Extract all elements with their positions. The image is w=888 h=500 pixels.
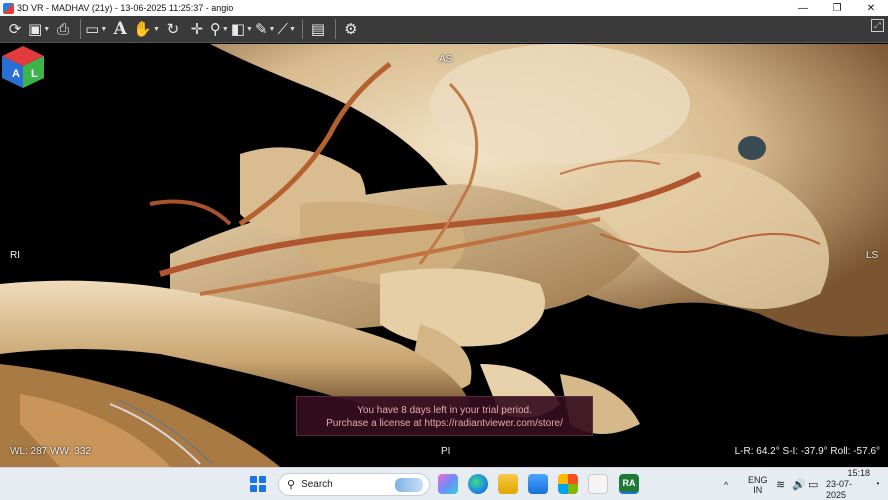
search-icon: ⚲: [287, 479, 296, 491]
store-icon[interactable]: [528, 474, 548, 494]
trial-notice-line2[interactable]: Purchase a license at https://radiantvie…: [297, 417, 592, 430]
toolbar-divider: [334, 19, 336, 39]
crosshair-icon[interactable]: ✛: [186, 18, 208, 40]
chevron-down-icon[interactable]: ▼: [100, 26, 107, 33]
toolbar-divider: [301, 19, 303, 39]
taskbar: ⚲ Search RA ^ ENG IN ≋ 🔊 ▭ 15:18 23-07-2…: [0, 467, 888, 500]
taskbar-search[interactable]: ⚲ Search: [278, 473, 430, 496]
chevron-down-icon[interactable]: ▼: [153, 26, 160, 33]
notification-icon[interactable]: ◔: [874, 468, 880, 500]
save-button[interactable]: ▣ ▼: [28, 18, 50, 40]
search-placeholder: Search: [301, 479, 333, 490]
print-icon[interactable]: ⎙: [52, 18, 74, 40]
toolbar: ⟳ ▣ ▼ ⎙ ▭ ▼ A ✋ ▼ ↻ ✛ ⚲ ▼ ◧ ▼ ✎ ▼ ⟋ ▼ ▤ ⚙ ⤢: [0, 16, 888, 43]
measure-icon: ⟋: [277, 20, 288, 38]
minimize-button[interactable]: —: [786, 0, 820, 16]
scalpel-icon: ✎: [254, 21, 268, 38]
close-button[interactable]: ✕: [854, 0, 888, 16]
title-bar: 3D VR - MADHAV (21y) - 13-06-2025 11:25:…: [0, 0, 888, 16]
cube-letter-a: A: [12, 68, 20, 80]
windows-start-icon[interactable]: [250, 476, 266, 492]
chevron-down-icon[interactable]: ▼: [289, 26, 296, 33]
maximize-button[interactable]: ❐: [820, 0, 854, 16]
layout-icon[interactable]: ▤: [307, 18, 329, 40]
language-line2: IN: [753, 484, 763, 495]
zoom-button[interactable]: ⚲ ▼: [210, 18, 229, 40]
rotate-icon[interactable]: ↻: [162, 18, 184, 40]
film-button[interactable]: ▭ ▼: [85, 18, 107, 40]
window-level-readout: WL: 287 WW: 332: [10, 446, 91, 457]
zoom-icon: ⚲: [209, 21, 221, 38]
pan-hand-icon: ✋: [133, 21, 152, 38]
orientation-right-label: LS: [866, 250, 879, 261]
clock-time: 15:18: [847, 468, 870, 478]
chevron-down-icon[interactable]: ▼: [269, 26, 276, 33]
file-explorer-icon[interactable]: [498, 474, 518, 494]
edge-browser-icon[interactable]: [468, 474, 488, 494]
language-line1: ENG: [748, 474, 768, 485]
volume-icon[interactable]: 🔊: [792, 468, 806, 500]
fullscreen-icon[interactable]: ⤢: [871, 19, 884, 32]
app-icon: [3, 2, 14, 14]
film-icon: ▭: [85, 21, 100, 38]
trial-notice: You have 8 days left in your trial perio…: [296, 396, 593, 436]
cube-letter-l: L: [31, 68, 38, 80]
language-indicator[interactable]: ENG IN: [748, 468, 768, 500]
window-level-icon: ◧: [230, 21, 245, 38]
text-annotation-icon[interactable]: A: [109, 18, 131, 40]
window-controls: — ❐ ✕: [786, 0, 888, 16]
chevron-down-icon[interactable]: ▼: [246, 26, 253, 33]
save-icon: ▣: [28, 21, 43, 38]
window-title: 3D VR - MADHAV (21y) - 13-06-2025 11:25:…: [17, 3, 234, 13]
battery-icon[interactable]: ▭: [808, 468, 818, 500]
orientation-cube-icon[interactable]: A L: [0, 44, 46, 90]
vr-viewport[interactable]: VR AS RI LS PI WL: 287 WW: 332 L-R: 64.2…: [0, 44, 888, 467]
scalpel-button[interactable]: ✎ ▼: [255, 18, 276, 40]
radiant-viewer-taskbar-icon[interactable]: RA: [619, 474, 639, 494]
toolbar-divider: [80, 19, 82, 39]
microsoft-365-icon[interactable]: [558, 474, 578, 494]
copilot-icon[interactable]: [438, 474, 458, 494]
refresh-icon[interactable]: ⟳: [4, 18, 26, 40]
clock[interactable]: 15:18 23-07-2025: [826, 468, 870, 500]
search-highlight-icon: [395, 478, 423, 492]
settings-icon[interactable]: ⚙: [340, 18, 362, 40]
app-icon[interactable]: [588, 474, 608, 494]
measure-button[interactable]: ⟋ ▼: [277, 18, 295, 40]
chevron-down-icon[interactable]: ▼: [222, 26, 229, 33]
wifi-icon[interactable]: ≋: [776, 468, 785, 500]
clock-date: 23-07-2025: [826, 479, 853, 500]
orientation-top-label: AS: [439, 54, 453, 65]
rotation-readout: L-R: 64.2° S-I: -37.9° Roll: -57.6°: [734, 446, 880, 457]
orientation-bottom-label: PI: [441, 446, 451, 457]
tray-overflow-icon[interactable]: ^: [724, 468, 728, 500]
trial-notice-line1: You have 8 days left in your trial perio…: [357, 405, 532, 416]
window-level-button[interactable]: ◧ ▼: [231, 18, 253, 40]
orientation-left-label: RI: [10, 250, 20, 261]
chevron-down-icon[interactable]: ▼: [43, 26, 50, 33]
pan-button[interactable]: ✋ ▼: [133, 18, 160, 40]
